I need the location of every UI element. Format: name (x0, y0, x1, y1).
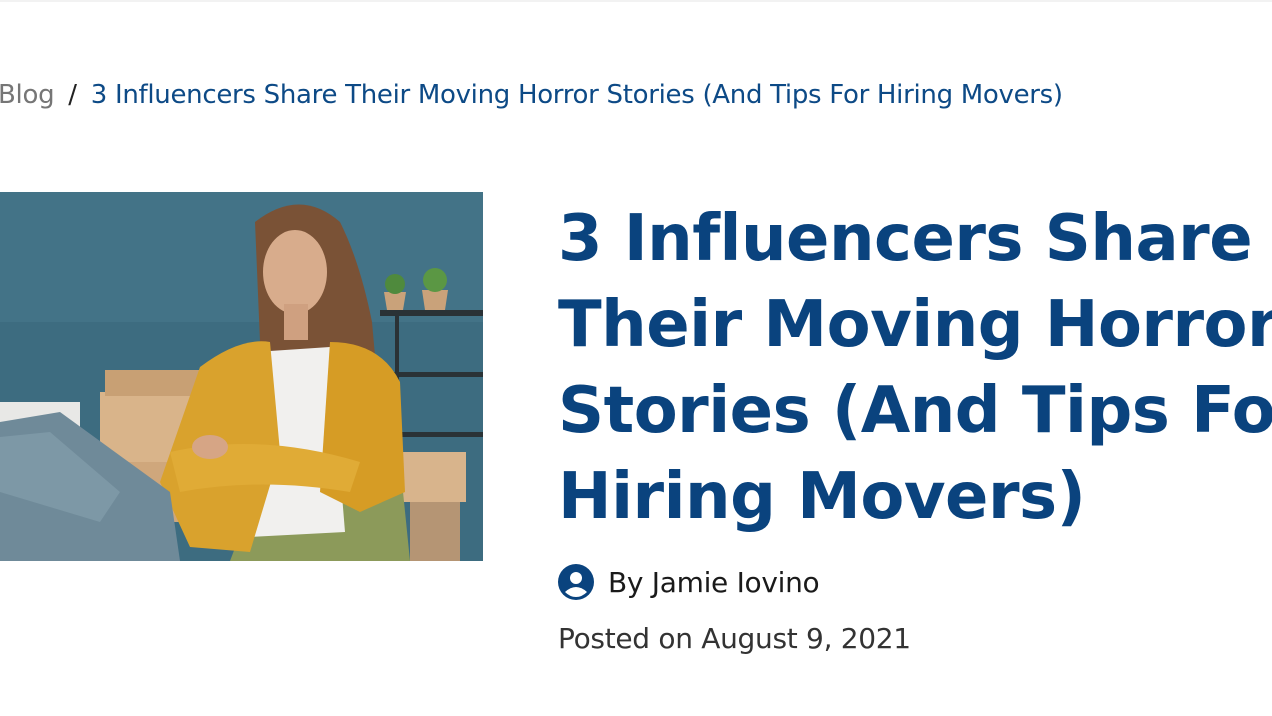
article-title: 3 Influencers Share Their Moving Horror … (558, 196, 1272, 540)
breadcrumb-current: 3 Influencers Share Their Moving Horror … (90, 80, 1063, 110)
breadcrumb-separator: / (68, 80, 77, 110)
article-title-line: Hiring Movers) (558, 460, 1086, 534)
article-title-line: 3 Influencers Share (558, 202, 1253, 276)
author-name[interactable]: By Jamie Iovino (608, 566, 820, 599)
author-byline: By Jamie Iovino (558, 563, 820, 601)
hero-image (0, 192, 483, 561)
breadcrumb-blog-link[interactable]: Blog (0, 80, 55, 110)
header-divider (0, 0, 1272, 2)
article-title-line: Stories (And Tips For (558, 374, 1272, 448)
article-title-line: Their Moving Horror (558, 288, 1272, 362)
breadcrumb: Blog / 3 Influencers Share Their Moving Ho… (0, 78, 1063, 112)
post-date: Posted on August 9, 2021 (558, 622, 911, 655)
user-circle-icon (558, 564, 594, 600)
article-page: Blog / 3 Influencers Share Their Moving Ho… (0, 0, 1272, 716)
